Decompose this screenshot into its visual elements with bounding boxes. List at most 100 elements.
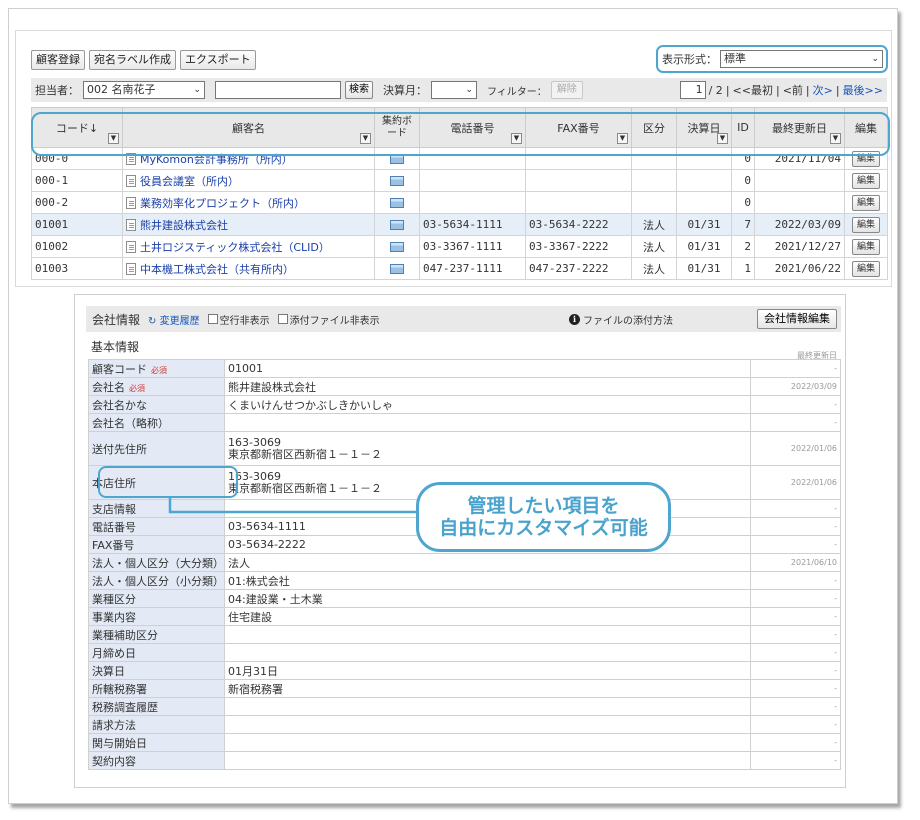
page-number-input[interactable]: 1 — [679, 81, 706, 99]
customer-name-link[interactable]: 役員会議室（所内） — [140, 175, 239, 188]
owner-select[interactable]: 002 名南花子 ⌄ — [83, 81, 205, 99]
row-edit-button[interactable]: 編集 — [851, 150, 880, 167]
info-key: 会社名かな — [88, 395, 225, 414]
info-value-cell: 法人 — [224, 553, 751, 572]
row-edit-button[interactable]: 編集 — [851, 260, 880, 277]
attach-howto-link[interactable]: i ファイルの添付方法 — [569, 312, 673, 327]
cell-name: 中本機工株式会社（共有所内） — [122, 257, 375, 280]
pager-next-link[interactable]: 次> — [813, 82, 833, 98]
pager-last-link[interactable]: 最後>> — [843, 82, 883, 98]
cell-edit: 編集 — [844, 169, 888, 192]
filter-dropdown-icon[interactable]: ▼ — [511, 133, 522, 144]
info-row: 月締め日 - — [88, 643, 841, 662]
filter-dropdown-icon[interactable]: ▼ — [617, 133, 628, 144]
table-row[interactable]: 01002 土井ロジスティック株式会社（CLID） 03-3367-1111 03-3… — [31, 235, 888, 258]
customer-name-link[interactable]: 土井ロジスティック株式会社（CLID） — [140, 241, 330, 254]
board-icon[interactable] — [390, 176, 404, 186]
col-header-tel[interactable]: 電話番号 ▼ — [419, 107, 526, 148]
table-row[interactable]: 000-1 役員会議室（所内） 0 編集 — [31, 169, 888, 192]
cell-id: 7 — [731, 213, 755, 236]
info-key-label: 会社名かな — [92, 398, 147, 412]
info-value-cell: 04:建設業・土木業 — [224, 589, 751, 608]
row-edit-button[interactable]: 編集 — [851, 238, 880, 255]
hide-empty-rows-toggle[interactable]: 空行非表示 — [207, 312, 270, 327]
filter-dropdown-icon[interactable]: ▼ — [830, 133, 841, 144]
customer-name-link[interactable]: 熊井建設株式会社 — [140, 219, 228, 232]
required-badge: 必須 — [151, 365, 167, 375]
document-icon[interactable] — [126, 218, 136, 231]
cell-tel: 03-5634-1111 — [419, 213, 526, 236]
document-icon[interactable] — [126, 240, 136, 253]
board-icon[interactable] — [390, 242, 404, 252]
document-icon[interactable] — [126, 262, 136, 275]
row-edit-button[interactable]: 編集 — [851, 216, 880, 233]
chevron-down-icon: ⌄ — [465, 85, 473, 95]
col-header-type[interactable]: 区分 — [631, 107, 677, 148]
cell-type: 法人 — [631, 257, 677, 280]
table-row[interactable]: 01003 中本機工株式会社（共有所内） 047-237-1111 047-237-2… — [31, 257, 888, 280]
change-history-link[interactable]: ↻ 変更履歴 — [148, 312, 200, 327]
board-icon[interactable] — [390, 198, 404, 208]
fiscal-month-label: 決算月： — [383, 84, 427, 97]
filter-dropdown-icon[interactable]: ▼ — [717, 133, 728, 144]
col-header-closing[interactable]: 決算日 ▼ — [676, 107, 732, 148]
fiscal-month-select[interactable]: ⌄ — [431, 81, 477, 99]
col-header-fax[interactable]: FAX番号 ▼ — [525, 107, 632, 148]
cell-updated: 2021/11/04 — [754, 147, 845, 170]
register-customer-button[interactable]: 顧客登録 — [31, 50, 85, 70]
board-icon[interactable] — [390, 154, 404, 164]
info-value: 01月31日 — [228, 664, 278, 678]
col-header-name[interactable]: 顧客名 ▼ — [122, 107, 375, 148]
board-icon[interactable] — [390, 264, 404, 274]
document-icon[interactable] — [126, 174, 136, 187]
document-icon[interactable] — [126, 152, 136, 165]
row-edit-button[interactable]: 編集 — [851, 194, 880, 211]
owner-value: 002 名南花子 — [87, 83, 156, 96]
checkbox[interactable] — [277, 314, 288, 324]
cell-id: 0 — [731, 147, 755, 170]
info-value-line2: 東京都新宿区西新宿１－１－２ — [228, 447, 382, 461]
info-value-cell: 01001 — [224, 359, 751, 378]
info-key-label: 所轄税務署 — [92, 682, 147, 696]
info-value-cell: 新宿税務署 — [224, 679, 751, 698]
cell-fax — [525, 147, 632, 170]
search-button[interactable]: 検索 — [345, 81, 373, 99]
hide-attachments-toggle[interactable]: 添付ファイル非表示 — [277, 312, 380, 327]
info-row: 法人・個人区分（大分類） 法人 2021/06/10 — [88, 553, 841, 572]
board-icon[interactable] — [390, 220, 404, 230]
table-row[interactable]: 000-2 業務効率化プロジェクト（所内） 0 編集 — [31, 191, 888, 214]
clear-filter-button[interactable]: 解除 — [550, 81, 583, 99]
customer-name-link[interactable]: 業務効率化プロジェクト（所内） — [140, 197, 305, 210]
display-format-select[interactable]: 標準 ⌄ — [720, 50, 883, 68]
customer-table: コード↓ ▼ 顧客名 ▼ 集約ボード 電話番号 ▼ FAX番号 ▼ 区分 決算日 ▼ ID… — [31, 107, 888, 280]
edit-company-info-button[interactable]: 会社情報編集 — [757, 309, 837, 329]
col-header-id[interactable]: ID — [731, 107, 755, 148]
col-header-updated-label: 最終更新日 — [772, 121, 827, 135]
info-row: 業種補助区分 - — [88, 625, 841, 644]
filter-dropdown-icon[interactable]: ▼ — [360, 133, 371, 144]
customer-name-link[interactable]: 中本機工株式会社（共有所内） — [140, 263, 294, 276]
info-value: 01001 — [228, 362, 263, 375]
export-button[interactable]: エクスポート — [180, 50, 256, 70]
info-key-label: 関与開始日 — [92, 736, 147, 750]
info-row: 税務調査履歴 - — [88, 697, 841, 716]
table-row[interactable]: 01001 熊井建設株式会社 03-5634-1111 03-5634-2222 法人 0… — [31, 213, 888, 236]
col-header-board[interactable]: 集約ボード — [374, 107, 420, 148]
info-value-cell: 01月31日 — [224, 661, 751, 680]
col-header-updated[interactable]: 最終更新日 ▼ — [754, 107, 845, 148]
pager-prev: <前 — [782, 84, 803, 97]
info-updated: - — [750, 697, 841, 716]
col-header-edit: 編集 — [844, 107, 888, 148]
col-header-tel-label: 電話番号 — [450, 121, 495, 135]
create-address-label-button[interactable]: 宛名ラベル作成 — [89, 50, 176, 70]
search-input[interactable] — [215, 81, 341, 99]
col-header-code[interactable]: コード↓ ▼ — [31, 107, 123, 148]
customer-name-link[interactable]: MyKomon会計事務所（所内） — [140, 153, 293, 166]
checkbox[interactable] — [207, 314, 218, 324]
table-row[interactable]: 000-0 MyKomon会計事務所（所内） 0 2021/11/04 編集 — [31, 147, 888, 170]
document-icon[interactable] — [126, 196, 136, 209]
row-edit-button[interactable]: 編集 — [851, 172, 880, 189]
info-updated: - — [750, 517, 841, 536]
filter-dropdown-icon[interactable]: ▼ — [108, 133, 119, 144]
cell-type — [631, 191, 677, 214]
